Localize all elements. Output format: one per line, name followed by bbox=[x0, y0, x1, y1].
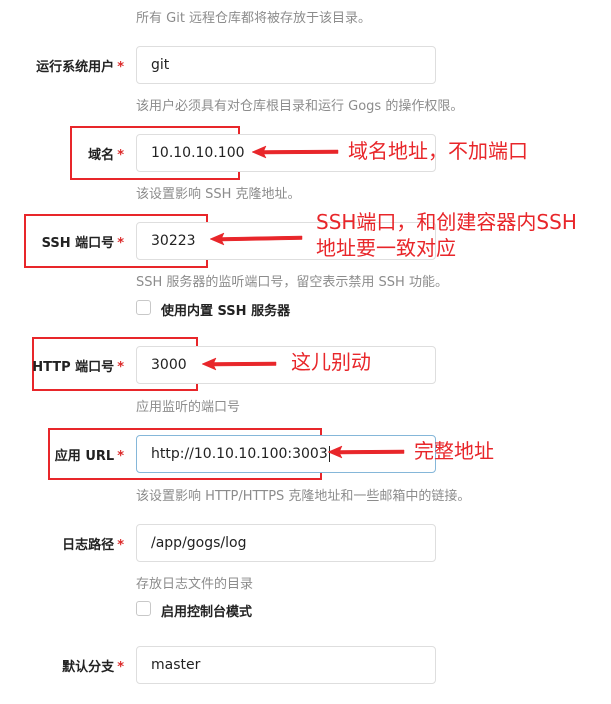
ssh-port-label-text: SSH 端口号 bbox=[41, 236, 115, 251]
console-mode-label[interactable]: 启用控制台模式 bbox=[161, 601, 252, 620]
run-user-input[interactable]: git bbox=[136, 46, 436, 84]
required-mark: * bbox=[117, 148, 124, 163]
app-url-label-text: 应用 URL bbox=[54, 449, 115, 464]
ssh-port-label: SSH 端口号 * bbox=[0, 232, 124, 251]
http-port-input[interactable]: 3000 bbox=[136, 346, 436, 384]
repo-root-hint: 所有 Git 远程仓库都将被存放于该目录。 bbox=[136, 11, 372, 26]
domain-label: 域名 * bbox=[0, 144, 124, 163]
domain-label-text: 域名 bbox=[88, 148, 115, 163]
console-mode-checkbox[interactable] bbox=[136, 601, 151, 616]
required-mark: * bbox=[117, 449, 124, 464]
default-branch-label: 默认分支 * bbox=[0, 656, 124, 675]
log-path-label: 日志路径 * bbox=[0, 534, 124, 553]
run-user-label-text: 运行系统用户 bbox=[36, 60, 115, 75]
http-port-label: HTTP 端口号 * bbox=[0, 356, 124, 375]
required-mark: * bbox=[117, 60, 124, 75]
required-mark: * bbox=[117, 360, 124, 375]
ssh-annotation-line2: 地址要一致对应 bbox=[316, 236, 456, 260]
log-path-hint: 存放日志文件的目录 bbox=[136, 577, 254, 592]
required-mark: * bbox=[117, 236, 124, 251]
app-url-value: http://10.10.10.100:3003 bbox=[151, 446, 328, 462]
app-url-input[interactable]: http://10.10.10.100:3003 bbox=[136, 435, 436, 473]
default-branch-label-text: 默认分支 bbox=[62, 660, 115, 675]
domain-hint: 该设置影响 SSH 克隆地址。 bbox=[136, 187, 301, 202]
app-url-hint: 该设置影响 HTTP/HTTPS 克隆地址和一些邮箱中的链接。 bbox=[136, 489, 471, 504]
ssh-port-hint: SSH 服务器的监听端口号，留空表示禁用 SSH 功能。 bbox=[136, 275, 448, 290]
builtin-ssh-label[interactable]: 使用内置 SSH 服务器 bbox=[161, 300, 290, 319]
http-port-label-text: HTTP 端口号 bbox=[32, 360, 115, 375]
http-port-hint: 应用监听的端口号 bbox=[136, 400, 241, 415]
log-path-input[interactable]: /app/gogs/log bbox=[136, 524, 436, 562]
url-annotation: 完整地址 bbox=[414, 439, 494, 463]
builtin-ssh-checkbox[interactable] bbox=[136, 300, 151, 315]
required-mark: * bbox=[117, 660, 124, 675]
text-caret bbox=[328, 446, 330, 462]
ssh-annotation-line1: SSH端口，和创建容器内SSH bbox=[316, 210, 577, 234]
app-url-label: 应用 URL * bbox=[0, 445, 124, 464]
run-user-hint: 该用户必须具有对仓库根目录和运行 Gogs 的操作权限。 bbox=[136, 99, 464, 114]
log-path-label-text: 日志路径 bbox=[62, 538, 115, 553]
default-branch-input[interactable]: master bbox=[136, 646, 436, 684]
required-mark: * bbox=[117, 538, 124, 553]
http-annotation: 这儿别动 bbox=[291, 350, 371, 374]
domain-annotation: 域名地址，不加端口 bbox=[348, 139, 528, 163]
run-user-label: 运行系统用户 * bbox=[0, 56, 124, 75]
